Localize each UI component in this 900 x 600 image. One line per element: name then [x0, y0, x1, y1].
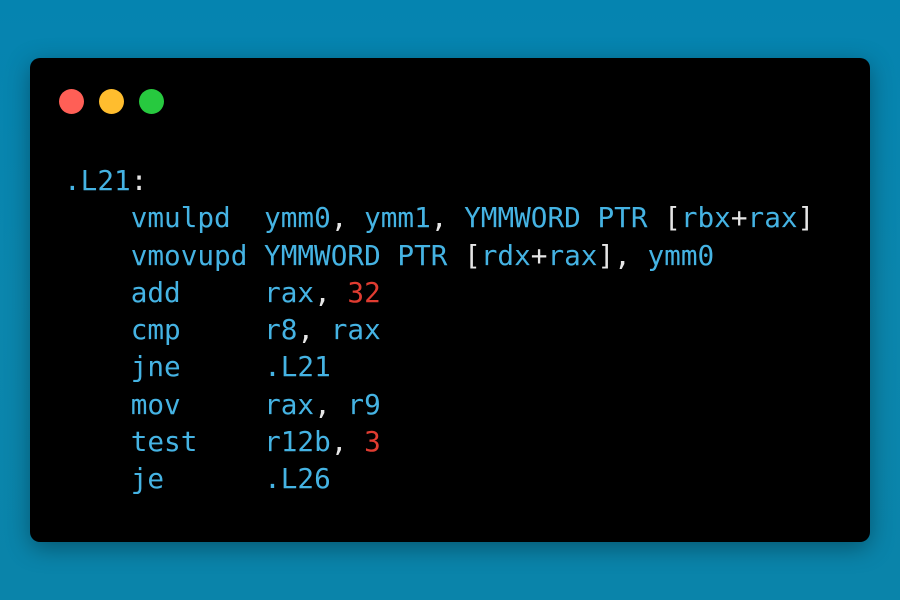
window-controls: [59, 89, 164, 114]
code-instruction: jne: [130, 350, 181, 384]
code-register: rax: [330, 313, 381, 347]
code-punctuation: ,: [330, 201, 365, 235]
code-line: mov rax, r9: [64, 386, 814, 423]
code-register: ymm1: [364, 201, 431, 235]
code-punctuation: ,: [330, 425, 365, 459]
code-register: r12b: [264, 425, 331, 459]
close-dot-icon[interactable]: [59, 89, 84, 114]
code-line: vmulpd ymm0, ymm1, YMMWORD PTR [rbx+rax]: [64, 199, 815, 236]
code-instruction: vmulpd: [130, 201, 231, 235]
code-register: r9: [347, 387, 381, 421]
code-punctuation: ,: [314, 387, 348, 421]
code-block: .L21: vmulpd ymm0, ymm1, YMMWORD PTR [rb…: [64, 162, 814, 498]
code-label: .L21: [64, 164, 131, 197]
code-label: .L21: [264, 350, 331, 384]
code-register: rax: [747, 201, 798, 235]
code-instruction: add: [130, 275, 181, 309]
code-window: .L21: vmulpd ymm0, ymm1, YMMWORD PTR [rb…: [30, 58, 870, 542]
code-instruction: test: [130, 425, 198, 459]
code-register: rax: [547, 238, 598, 272]
code-number: 3: [364, 425, 381, 459]
code-punctuation: +: [730, 201, 748, 235]
code-punctuation: ],: [597, 238, 648, 272]
code-punctuation: ,: [297, 313, 331, 347]
code-register: r8: [264, 313, 298, 347]
code-register: ymm0: [264, 201, 331, 235]
code-instruction: cmp: [130, 313, 181, 347]
code-line: jne .L21: [64, 348, 814, 385]
code-punctuation: +: [530, 238, 548, 272]
code-line: vmovupd YMMWORD PTR [rdx+rax], ymm0: [64, 237, 814, 274]
code-number: 32: [347, 275, 381, 309]
code-label: .L26: [264, 462, 331, 496]
code-register: ymm0: [647, 238, 715, 272]
code-punctuation: ,: [314, 275, 348, 309]
code-punctuation: [: [647, 201, 681, 235]
code-keyword: YMMWORD PTR: [464, 201, 648, 235]
code-instruction: vmovupd: [130, 238, 248, 272]
code-keyword: YMMWORD PTR: [264, 238, 448, 272]
code-line: je .L26: [64, 460, 814, 497]
code-register: rbx: [680, 201, 731, 235]
code-line: cmp r8, rax: [64, 311, 814, 348]
code-instruction: mov: [130, 387, 181, 421]
code-line: test r12b, 3: [64, 423, 814, 460]
code-register: rax: [264, 387, 315, 421]
code-instruction: je: [130, 462, 165, 496]
minimize-dot-icon[interactable]: [99, 89, 124, 114]
code-punctuation: [: [447, 238, 481, 272]
code-punctuation: ,: [430, 201, 465, 235]
code-line: add rax, 32: [64, 274, 814, 311]
code-register: rdx: [480, 238, 531, 272]
code-line: .L21:: [64, 162, 814, 199]
code-punctuation: :: [130, 164, 148, 197]
code-register: rax: [264, 275, 315, 309]
maximize-dot-icon[interactable]: [139, 89, 164, 114]
code-punctuation: ]: [797, 201, 815, 235]
